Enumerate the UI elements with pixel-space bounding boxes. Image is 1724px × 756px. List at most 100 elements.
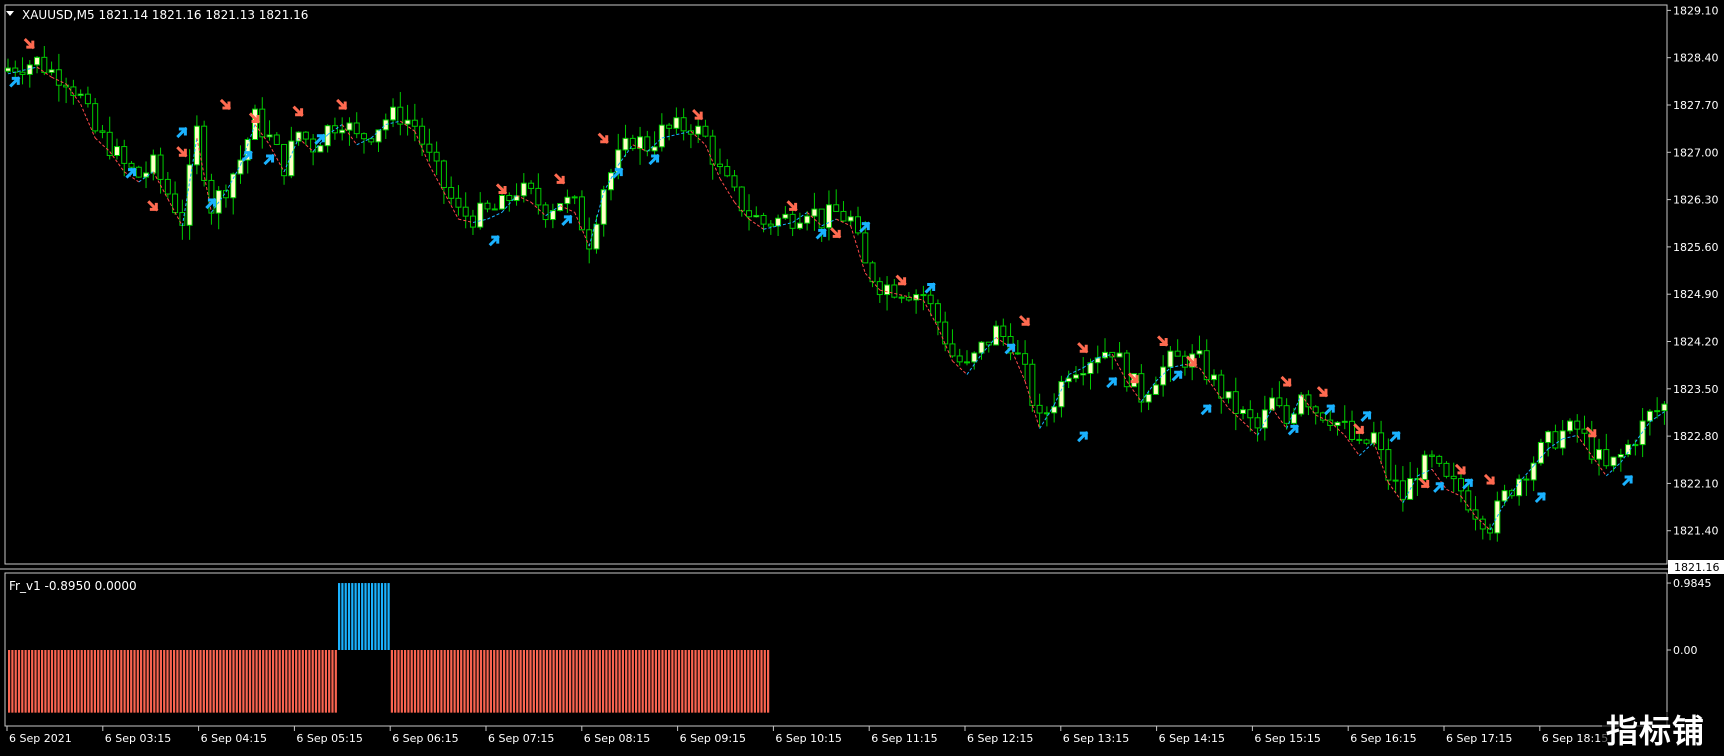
indicator-bar xyxy=(470,650,473,713)
indicator-bar xyxy=(588,650,591,713)
indicator-bar xyxy=(298,650,301,713)
indicator-bar xyxy=(31,650,34,713)
indicator-bar xyxy=(83,650,87,713)
time-tick-label: 6 Sep 04:15 xyxy=(201,732,267,745)
candle-body xyxy=(1203,350,1210,381)
indicator-bar xyxy=(225,650,228,713)
indicator-bar xyxy=(153,650,156,713)
candle-body xyxy=(578,196,585,231)
mt4-chart-window[interactable]: XAUUSD,M5 1821.14 1821.16 1821.13 1821.1… xyxy=(0,0,1724,752)
candle-body xyxy=(1523,478,1530,481)
indicator-bar xyxy=(654,650,657,713)
indicator-bar xyxy=(687,650,690,713)
indicator-bar xyxy=(460,650,463,713)
indicator-bar xyxy=(44,650,47,713)
candle-body xyxy=(1102,351,1109,359)
candle-body xyxy=(302,131,309,140)
candle-body xyxy=(259,108,266,138)
candle-body xyxy=(121,146,128,164)
main-pane-header: XAUUSD,M5 1821.14 1821.16 1821.13 1821.1… xyxy=(22,8,308,22)
indicator-bar xyxy=(668,650,671,713)
candle-body xyxy=(775,217,782,227)
indicator-bar xyxy=(136,650,139,713)
indicator-bar xyxy=(252,650,255,713)
indicator-bar xyxy=(196,650,199,713)
candle-body xyxy=(1450,475,1457,480)
price-tick-label: 1829.10 xyxy=(1673,4,1719,17)
candle-body xyxy=(593,223,600,250)
candle-body xyxy=(622,137,629,151)
indicator-bar xyxy=(67,650,70,713)
candle-body xyxy=(804,215,811,224)
watermark-text: 指标铺 xyxy=(1606,712,1705,750)
indicator-bar xyxy=(499,650,502,713)
indicator-bar xyxy=(11,650,14,713)
candle-body xyxy=(5,67,11,72)
indicator-bar xyxy=(371,583,374,650)
candle-body xyxy=(99,130,106,133)
indicator-bar xyxy=(552,650,555,713)
indicator-bar xyxy=(384,583,387,650)
candle-body xyxy=(143,172,150,178)
indicator-bar xyxy=(235,650,238,713)
candle-body xyxy=(876,281,883,296)
indicator-pane[interactable]: Fr_v1 -0.8950 0.0000 xyxy=(4,572,1668,727)
indicator-bar xyxy=(288,650,291,713)
candle-body xyxy=(1545,431,1552,443)
price-tick-label: 1826.30 xyxy=(1673,194,1719,207)
candle-body xyxy=(331,125,338,134)
candle-body xyxy=(252,108,259,141)
candle-body xyxy=(927,294,934,305)
indicator-bar xyxy=(159,650,162,713)
indicator-bar xyxy=(321,650,324,713)
indicator-bar xyxy=(684,650,687,713)
indicator-bar xyxy=(199,650,202,713)
candle-body xyxy=(1494,500,1501,534)
indicator-bar xyxy=(443,650,446,713)
indicator-bar xyxy=(64,650,67,713)
current-price-tag: 1821.16 xyxy=(1668,560,1724,574)
candle-body xyxy=(491,208,498,211)
candle-body xyxy=(1566,420,1573,432)
candle-body xyxy=(1378,432,1385,451)
time-tick-label: 6 Sep 06:15 xyxy=(392,732,458,745)
price-tick-label: 1821.40 xyxy=(1673,525,1719,538)
indicator-bar xyxy=(681,650,684,713)
time-tick-label: 6 Sep 11:15 xyxy=(871,732,937,745)
main-price-pane[interactable]: XAUUSD,M5 1821.14 1821.16 1821.13 1821.1… xyxy=(4,4,1668,565)
candle-body xyxy=(1436,455,1443,464)
indicator-bar xyxy=(532,650,535,713)
indicator-bar xyxy=(437,650,440,713)
candle-body xyxy=(1363,439,1370,444)
indicator-bar xyxy=(305,650,308,713)
indicator-bar xyxy=(565,650,568,713)
indicator-bar xyxy=(133,650,136,713)
candle-body xyxy=(709,135,716,165)
indicator-bar xyxy=(126,650,129,713)
indicator-bar xyxy=(107,650,110,713)
indicator-bar xyxy=(545,650,549,713)
candle-body xyxy=(1247,409,1254,419)
candle-body xyxy=(1000,325,1007,338)
candle-body xyxy=(898,296,905,299)
indicator-bar xyxy=(400,650,403,713)
candle-body xyxy=(673,117,680,129)
candle-body xyxy=(862,232,869,264)
candle-body xyxy=(1516,478,1523,497)
indicator-bar xyxy=(707,650,710,713)
indicator-bar xyxy=(569,650,572,713)
indicator-bar xyxy=(608,650,611,713)
indicator-bar xyxy=(757,650,760,713)
price-tick-label: 1824.20 xyxy=(1673,336,1719,349)
candle-body xyxy=(680,117,687,132)
indicator-bar xyxy=(27,650,30,713)
candle-body xyxy=(1036,404,1043,414)
candle-body xyxy=(796,222,803,229)
indicator-bar xyxy=(628,650,631,713)
time-tick-label: 6 Sep 09:15 xyxy=(680,732,746,745)
candle-body xyxy=(767,223,774,227)
indicator-bar xyxy=(635,650,638,713)
indicator-bar xyxy=(140,650,143,713)
candle-body xyxy=(782,213,789,219)
candle-body xyxy=(1603,449,1610,467)
